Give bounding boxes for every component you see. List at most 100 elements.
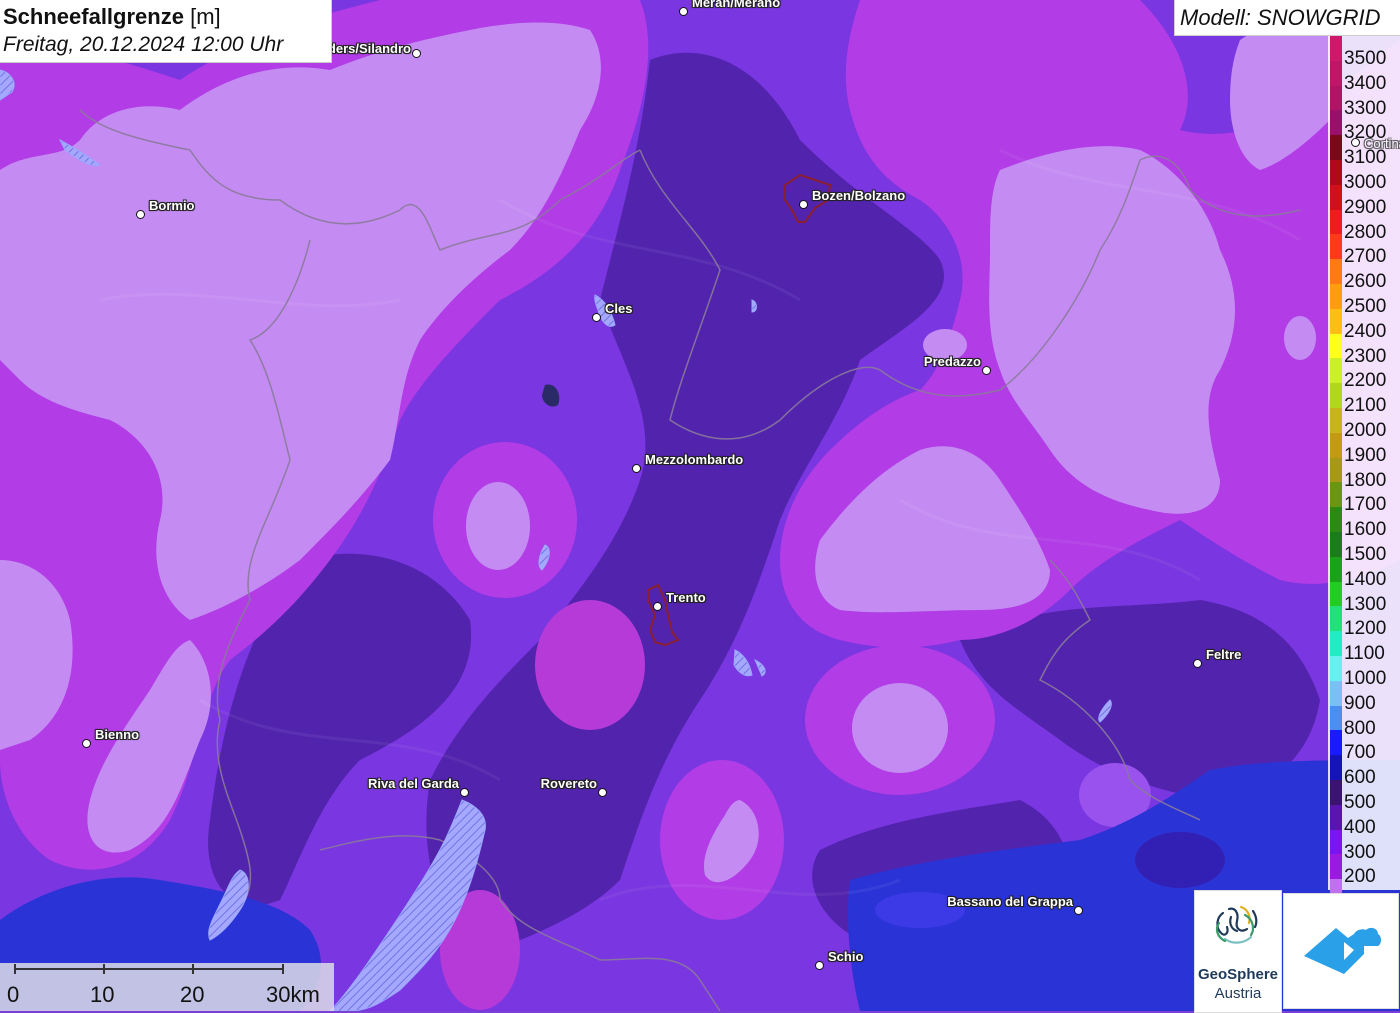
city-marker-feltre[interactable] xyxy=(1193,659,1202,668)
legend-label: 500 xyxy=(1344,792,1376,813)
legend-swatch xyxy=(1330,482,1342,508)
city-label-schio: Schio xyxy=(828,949,864,964)
legend-swatch xyxy=(1330,829,1342,855)
legend-swatch xyxy=(1330,259,1342,285)
legend-swatch xyxy=(1330,457,1342,483)
legend-swatch xyxy=(1330,780,1342,806)
city-marker-trento[interactable] xyxy=(653,602,662,611)
legend-swatch xyxy=(1330,36,1342,62)
city-label-predazzo: Predazzo xyxy=(923,354,981,369)
legend-label: 300 xyxy=(1344,841,1376,863)
legend-swatch xyxy=(1330,110,1342,136)
legend-label: 2100 xyxy=(1344,395,1387,417)
mountain-cloud-icon xyxy=(1304,927,1381,974)
legend-label: 2600 xyxy=(1344,271,1387,293)
city-label-mezzolombardo: Mezzolombardo xyxy=(645,452,744,467)
legend-swatch xyxy=(1330,135,1342,161)
city-marker-bassano-del-grappa[interactable] xyxy=(1074,906,1083,915)
scale-bar-tick xyxy=(103,964,105,974)
legend-label: 200 xyxy=(1344,866,1376,888)
legend-label: 1600 xyxy=(1344,519,1387,541)
legend-label: 2200 xyxy=(1344,370,1387,392)
legend-swatch xyxy=(1330,507,1342,533)
legend-swatch xyxy=(1330,160,1342,186)
map-title-box: Schneefallgrenze [m] Freitag, 20.12.2024… xyxy=(0,0,332,63)
legend-swatch xyxy=(1330,60,1342,87)
scale-label-0: 0 xyxy=(7,982,20,1007)
city-label-rovereto: Rovereto xyxy=(540,776,597,791)
legend-swatch xyxy=(1330,755,1342,781)
legend-swatch xyxy=(1330,705,1342,731)
legend-label: 1200 xyxy=(1344,618,1387,640)
city-label-feltre: Feltre xyxy=(1206,647,1242,662)
city-label-bormio: Bormio xyxy=(149,198,195,213)
legend-swatch xyxy=(1330,656,1342,682)
legend-label: 900 xyxy=(1344,692,1376,714)
scale-label-20: 20 xyxy=(180,982,205,1007)
legend-label: 2500 xyxy=(1344,296,1387,317)
legend-label: 2800 xyxy=(1344,221,1387,243)
legend-swatch xyxy=(1330,234,1342,260)
legend-label: 700 xyxy=(1344,742,1376,764)
legend-label: 2000 xyxy=(1344,420,1387,441)
city-label-riva-del-garda: Riva del Garda xyxy=(367,776,459,791)
scale-bar-tick xyxy=(192,964,194,974)
legend-label: 600 xyxy=(1344,767,1376,789)
legend-label: 1000 xyxy=(1344,668,1387,689)
scale-bar-line xyxy=(14,968,284,970)
geosphere-logo-subtext: Austria xyxy=(1214,985,1262,1002)
legend-swatch xyxy=(1330,333,1342,359)
legend-label: 1400 xyxy=(1344,568,1387,590)
legend-swatch xyxy=(1330,85,1342,111)
geosphere-emblem-icon xyxy=(1215,905,1258,944)
city-marker-bozen-bolzano[interactable] xyxy=(799,200,808,209)
legend-label: 3400 xyxy=(1344,72,1387,94)
city-marker-predazzo[interactable] xyxy=(982,366,991,375)
legend-label: 2700 xyxy=(1344,246,1387,268)
legend-label: 400 xyxy=(1344,816,1376,838)
city-marker-bormio[interactable] xyxy=(136,210,145,219)
weather-app-logo[interactable] xyxy=(1283,893,1399,1009)
legend-swatch xyxy=(1330,209,1342,235)
legend-swatch xyxy=(1330,532,1342,558)
city-marker-bienno[interactable] xyxy=(82,739,91,748)
legend-label: 3000 xyxy=(1344,172,1387,193)
legend-label: 1500 xyxy=(1344,544,1387,565)
legend-swatch xyxy=(1330,432,1342,459)
scale-bar-tick xyxy=(14,964,16,974)
scale-bar-tick xyxy=(282,964,284,974)
city-marker-schio[interactable] xyxy=(815,961,824,970)
legend-label: 1800 xyxy=(1344,469,1387,491)
legend-swatch xyxy=(1330,854,1342,880)
legend-label: 3300 xyxy=(1344,97,1387,119)
legend-swatch xyxy=(1330,631,1342,657)
city-marker-cortina[interactable] xyxy=(1351,138,1360,147)
city-label-trento: Trento xyxy=(666,590,706,605)
city-marker-rovereto[interactable] xyxy=(598,788,607,797)
legend-swatch xyxy=(1330,383,1342,409)
legend-label: 1300 xyxy=(1344,593,1387,615)
legend-swatch xyxy=(1330,680,1342,707)
blue-core xyxy=(1135,832,1225,888)
city-marker-meran-merano[interactable] xyxy=(679,7,688,16)
city-marker-schlanders-silandro[interactable] xyxy=(412,49,421,58)
snowline-map[interactable] xyxy=(0,0,1400,1011)
legend-swatch xyxy=(1330,730,1342,756)
legend-swatch xyxy=(1330,556,1342,583)
legend-label: 1900 xyxy=(1344,444,1387,466)
legend-swatch xyxy=(1330,358,1342,384)
legend-swatch xyxy=(1330,581,1342,607)
legend-swatch xyxy=(1330,606,1342,632)
legend-label: 2300 xyxy=(1344,345,1387,367)
legend-label: 1700 xyxy=(1344,494,1387,516)
map-title: Schneefallgrenze [m] xyxy=(3,4,221,29)
city-marker-mezzolombardo[interactable] xyxy=(632,464,641,473)
city-marker-cles[interactable] xyxy=(592,313,601,322)
legend-swatch xyxy=(1330,308,1342,335)
city-label-bassano-del-grappa: Bassano del Grappa xyxy=(947,894,1073,909)
model-label: Modell: SNOWGRID xyxy=(1180,5,1381,30)
city-marker-riva-del-garda[interactable] xyxy=(460,788,469,797)
geosphere-logo-text: GeoSphere xyxy=(1197,966,1279,983)
legend-swatch xyxy=(1330,804,1342,831)
geosphere-logo[interactable]: GeoSphere Austria xyxy=(1194,890,1282,1013)
